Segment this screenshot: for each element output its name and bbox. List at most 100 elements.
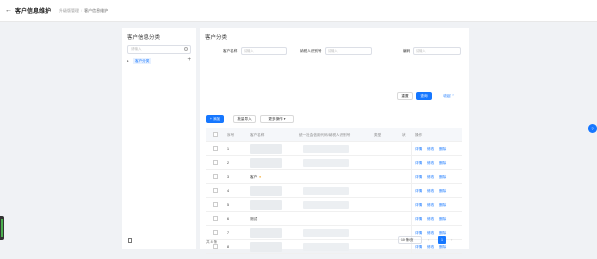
column-divider [411,184,412,198]
row-checkbox[interactable] [213,174,218,179]
breadcrumb-item-2: 客户信息维护 [84,7,109,13]
cell-name: 测试 [250,217,258,221]
row-checkbox[interactable] [213,188,218,193]
query-button[interactable]: 查询 [416,92,432,100]
col-header-status: 状 [402,133,406,137]
row-checkbox[interactable] [213,202,218,207]
category-search-placeholder: 请输入 [131,47,142,51]
detail-link[interactable]: 详情 [415,212,422,226]
category-panel-title: 客户信息分类 [127,35,161,41]
tree-node-customer-category[interactable]: ▸ 客户分类 + [127,57,193,65]
detail-link[interactable]: 详情 [415,142,422,156]
redacted-name [250,242,282,252]
delete-link[interactable]: 删除 [439,170,446,184]
column-divider [411,212,412,226]
customer-name-input[interactable]: 请输入 [241,47,287,55]
redacted-tax-id [303,229,349,237]
edit-link[interactable]: 修改 [427,212,434,226]
cell-index: 7 [227,231,229,235]
main-panel: 客户分类 客户名称 请输入 纳税人识别号 请输入 编码 请输入 重置 查询 收起… [200,28,469,254]
edit-link[interactable]: 修改 [427,142,434,156]
caret-right-icon[interactable]: ▸ [127,59,129,63]
redacted-tax-id [303,145,349,153]
detail-link[interactable]: 详情 [415,198,422,212]
code-input[interactable]: 请输入 [413,47,461,55]
table-row: 6 测试 详情 修改 删除 [206,212,462,226]
redacted-name [250,228,282,238]
collapse-toggle[interactable]: 收起 ⌃ [440,92,458,100]
table-row: 5 详情 修改 删除 [206,198,462,212]
redacted-tax-id [303,159,349,167]
customer-name-placeholder: 请输入 [244,49,254,53]
category-search-input[interactable]: 请输入 [127,45,191,54]
cell-index: 1 [227,147,229,151]
detail-link[interactable]: 详情 [415,156,422,170]
table-row: 4 详情 修改 删除 [206,184,462,198]
breadcrumb-item-1[interactable]: 升级版管理 [59,8,79,14]
cell-name: 客户 [250,175,258,179]
breadcrumb-separator: / [81,8,83,13]
redacted-name [250,144,282,154]
col-header-ops: 操作 [415,133,423,137]
detail-link[interactable]: 详情 [415,170,422,184]
main-panel-title: 客户分类 [205,35,228,41]
cell-index: 6 [227,217,229,221]
top-bar: ← 客户信息维护 升级版管理 / 客户信息维护 [0,0,597,22]
page-size-select[interactable]: 10 条/页 [398,236,422,244]
tax-id-placeholder: 请输入 [328,49,338,53]
delete-link[interactable]: 删除 [439,198,446,212]
tree-node-label[interactable]: 客户分类 [133,58,152,64]
tax-id-input[interactable]: 请输入 [325,47,372,55]
table-row: 8 详情 修改 删除 [206,240,462,254]
back-arrow-icon[interactable]: ← [5,7,12,14]
filter-label-customer-name: 客户名称 [223,49,238,53]
reset-button[interactable]: 重置 [397,92,413,100]
total-count: 共 8 条 [206,240,218,244]
current-page-button[interactable]: 1 [438,236,446,244]
next-page-icon[interactable]: › [451,236,452,244]
row-checkbox[interactable] [213,230,218,235]
add-category-icon[interactable]: + [187,57,191,63]
more-actions-dropdown[interactable]: 更多操作 ▾ [260,115,294,123]
code-placeholder: 请输入 [416,49,426,53]
col-header-tax-id: 统一社会信用代码/纳税人识别号 [299,133,351,137]
table-row: 2 详情 修改 删除 [206,156,462,170]
batch-import-button[interactable]: 批量导入 [233,115,256,123]
detail-link[interactable]: 详情 [415,184,422,198]
row-checkbox[interactable] [213,160,218,165]
delete-link[interactable]: 删除 [439,184,446,198]
side-drawer-handle[interactable] [0,216,4,240]
delete-link[interactable]: 删除 [439,156,446,170]
cell-index: 3 [227,175,229,179]
table-row: 1 详情 修改 删除 [206,142,462,156]
delete-link[interactable]: 删除 [439,142,446,156]
row-checkbox[interactable] [213,146,218,151]
redacted-tax-id [303,187,349,195]
customer-table: 序号 客户名称 统一社会信用代码/纳税人识别号 类型 状 操作 1 详情 修改 删除 2… [206,128,462,254]
edit-link[interactable]: 修改 [427,156,434,170]
cell-index: 2 [227,161,229,165]
select-all-checkbox[interactable] [213,132,218,137]
column-divider [411,170,412,184]
cell-index: 8 [227,245,229,249]
help-float-icon[interactable]: ? [588,124,597,133]
edit-link[interactable]: 修改 [427,198,434,212]
cell-index: 5 [227,203,229,207]
col-header-index: 序号 [227,133,235,137]
trash-icon[interactable] [128,238,132,243]
column-divider [411,156,412,170]
column-divider [411,198,412,212]
prev-page-icon[interactable]: ‹ [428,236,429,244]
redacted-name [250,200,282,210]
column-divider [411,142,412,156]
edit-link[interactable]: 修改 [427,170,434,184]
search-icon[interactable] [184,47,188,51]
filter-label-tax-id: 纳税人识别号 [300,49,322,53]
delete-link[interactable]: 删除 [439,212,446,226]
redacted-tax-id [303,201,349,209]
table-row: 7 详情 修改 删除 [206,226,462,240]
edit-link[interactable]: 修改 [427,184,434,198]
filter-label-code: 编码 [403,49,411,53]
add-button[interactable]: + 添加 [206,115,224,123]
row-checkbox[interactable] [213,216,218,221]
